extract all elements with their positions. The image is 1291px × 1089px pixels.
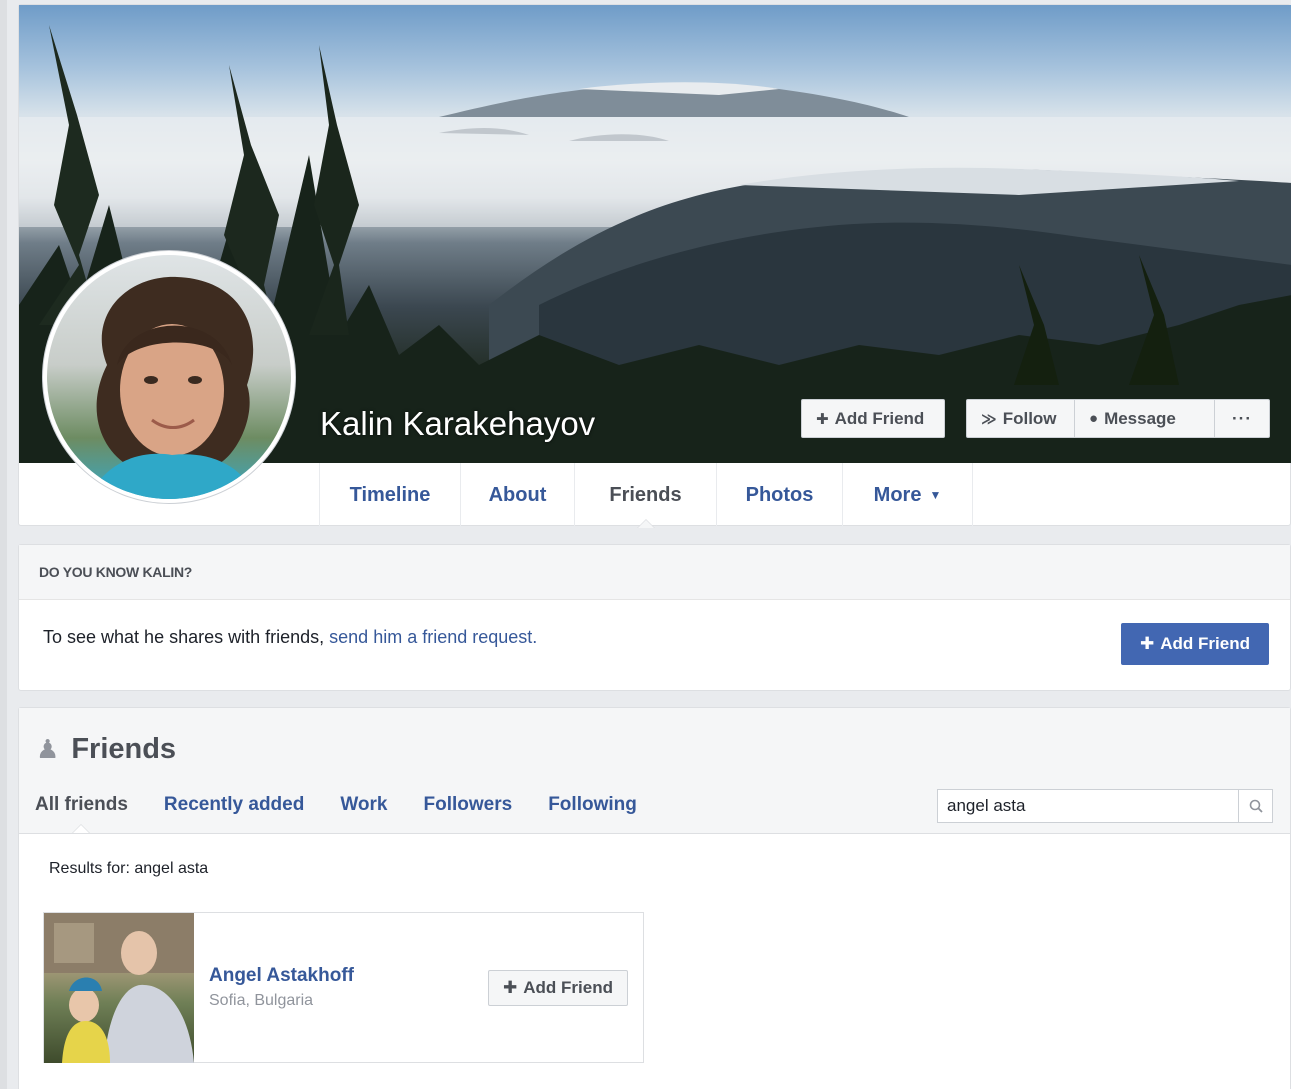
add-person-icon: ✚	[816, 410, 829, 428]
messenger-icon: ●	[1089, 410, 1099, 427]
friend-add-friend-button[interactable]: ✚ Add Friend	[488, 970, 628, 1006]
cover-actions: ✚ Add Friend ≫ Follow ● Message ···	[801, 399, 1270, 438]
caret-down-icon: ▼	[929, 488, 942, 502]
do-you-know-heading: DO YOU KNOW KALIN?	[19, 545, 1290, 600]
tab-label: Photos	[745, 483, 814, 506]
follow-button[interactable]: ≫ Follow	[966, 399, 1075, 438]
follow-label: Follow	[1002, 408, 1057, 428]
friends-tab-followers[interactable]: Followers	[424, 794, 513, 816]
tab-friends[interactable]: Friends	[575, 463, 717, 528]
friends-section: ♟ Friends All friends Recently added Wor…	[18, 707, 1291, 1089]
add-friend-label: Add Friend	[834, 408, 925, 428]
friend-location: Sofia, Bulgaria	[209, 992, 314, 1009]
profile-tabs: Timeline About Friends Photos More ▼	[319, 463, 973, 528]
results-label: Results for: angel asta	[49, 860, 209, 877]
tab-more[interactable]: More ▼	[843, 463, 973, 527]
do-you-know-text: To see what he shares with friends, send…	[43, 627, 537, 648]
avatar-portrait	[87, 276, 257, 499]
add-person-icon: ✚	[503, 978, 518, 997]
page-left-edge	[0, 0, 7, 1089]
tab-label: About	[488, 483, 547, 506]
friends-tab-recently-added[interactable]: Recently added	[164, 794, 304, 816]
tab-about[interactable]: About	[461, 463, 575, 527]
know-text-prefix: To see what he shares with friends,	[43, 627, 330, 647]
friends-header: ♟ Friends All friends Recently added Wor…	[19, 708, 1290, 834]
friends-title: ♟ Friends	[36, 733, 176, 766]
friend-name-link[interactable]: Angel Astakhoff	[209, 965, 354, 987]
tab-label: Friends	[609, 483, 682, 506]
friends-tab-work[interactable]: Work	[340, 794, 387, 816]
add-person-icon: ✚	[1140, 634, 1155, 653]
add-friend-button[interactable]: ✚ Add Friend	[801, 399, 945, 438]
more-options-button[interactable]: ···	[1215, 399, 1270, 438]
message-label: Message	[1104, 408, 1176, 428]
profile-name[interactable]: Kalin Karakehayov	[320, 405, 595, 443]
tab-photos[interactable]: Photos	[717, 463, 843, 527]
friends-tab-all[interactable]: All friends	[35, 794, 128, 833]
tab-label: More	[873, 483, 922, 506]
friends-search	[937, 789, 1273, 823]
people-icon: ♟	[36, 734, 60, 764]
friends-search-input[interactable]	[938, 790, 1238, 822]
friend-thumbnail[interactable]	[44, 913, 194, 1063]
profile-avatar[interactable]	[42, 250, 296, 504]
tab-label: Timeline	[349, 483, 431, 506]
friend-photo	[44, 913, 194, 1063]
search-icon	[1249, 799, 1263, 813]
search-button[interactable]	[1238, 790, 1272, 822]
ellipsis-icon: ···	[1232, 408, 1252, 428]
message-button[interactable]: ● Message	[1075, 399, 1215, 438]
friends-tab-following[interactable]: Following	[548, 794, 637, 816]
add-friend-label: Add Friend	[523, 978, 613, 997]
friend-result-card: Angel Astakhoff Sofia, Bulgaria ✚ Add Fr…	[43, 912, 644, 1063]
add-friend-primary-button[interactable]: ✚ Add Friend	[1121, 623, 1269, 665]
friends-title-text[interactable]: Friends	[71, 733, 176, 766]
avatar-photo	[47, 255, 291, 499]
profile-header: Kalin Karakehayov ✚ Add Friend ≫ Follow …	[18, 4, 1291, 528]
send-friend-request-link[interactable]: send him a friend request.	[329, 627, 537, 647]
add-friend-label: Add Friend	[1160, 634, 1250, 653]
do-you-know-card: DO YOU KNOW KALIN? To see what he shares…	[18, 544, 1291, 691]
friends-tabs: All friends Recently added Work Follower…	[35, 794, 673, 833]
tab-timeline[interactable]: Timeline	[320, 463, 461, 527]
rss-icon: ≫	[981, 410, 997, 428]
